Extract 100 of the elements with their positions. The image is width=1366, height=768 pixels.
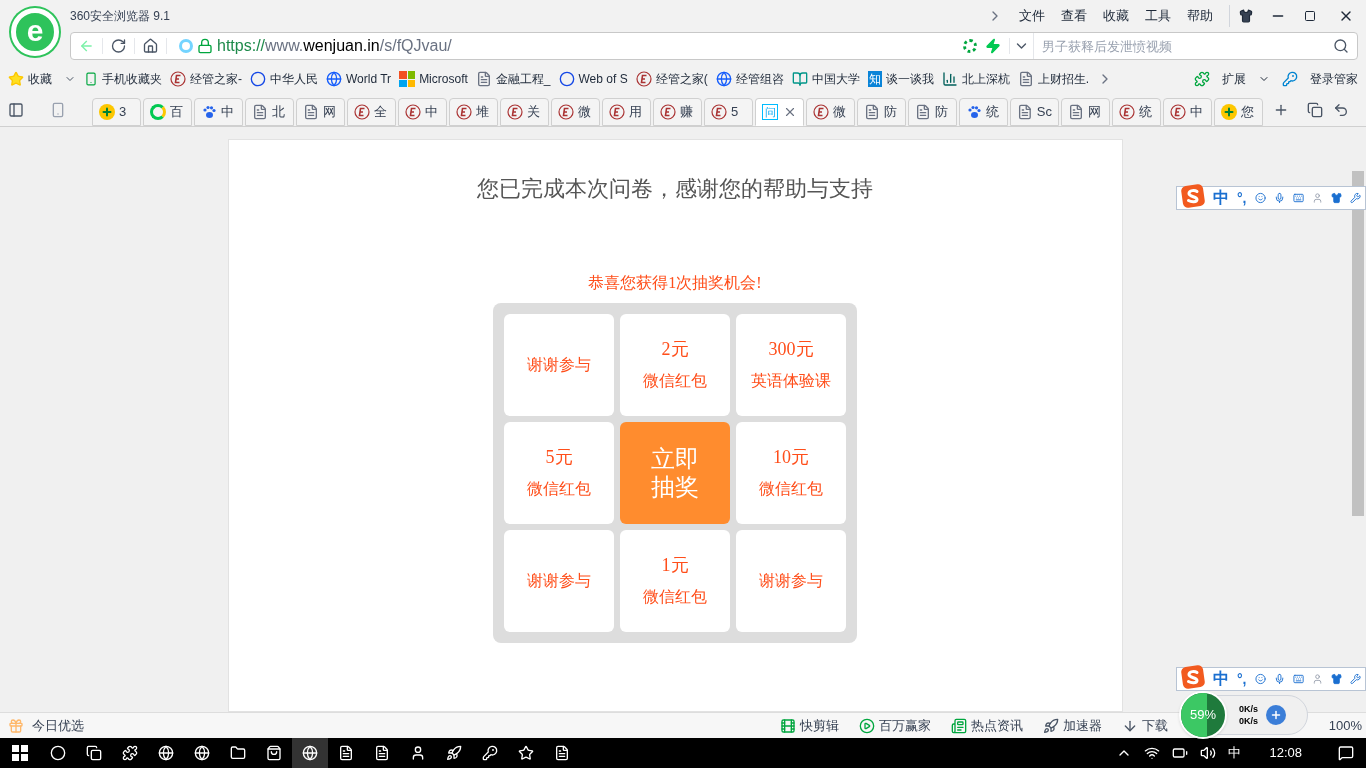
- bookmark-item[interactable]: 经管组咨: [715, 70, 784, 88]
- bookmark-item[interactable]: Web of S: [558, 70, 628, 88]
- browser-tab[interactable]: 关: [500, 98, 549, 126]
- search-field[interactable]: 男子获释后发泄愤视频: [1033, 33, 1333, 59]
- browser-tab[interactable]: 堆: [449, 98, 498, 126]
- punctuation-toggle[interactable]: °,: [1237, 668, 1247, 690]
- menu-item[interactable]: 工具: [1145, 6, 1171, 26]
- browser-tab[interactable]: 网: [296, 98, 345, 126]
- document-icon: [864, 104, 880, 120]
- browser-tab[interactable]: 中: [194, 98, 243, 126]
- wrench-icon[interactable]: [1349, 671, 1361, 687]
- bookmark-item[interactable]: 知 谈一谈我: [867, 70, 934, 88]
- browser-tab[interactable]: 中: [398, 98, 447, 126]
- browser-tab[interactable]: 3: [92, 98, 141, 126]
- bookmark-item[interactable]: 手机收藏夹: [84, 70, 162, 88]
- punctuation-toggle[interactable]: °,: [1237, 187, 1247, 209]
- login-link[interactable]: 登录管家: [1310, 70, 1358, 88]
- bookmark-item[interactable]: 北上深杭: [941, 70, 1010, 88]
- prize-description: 微信红包: [643, 371, 707, 391]
- status-item-link[interactable]: 快剪辑: [800, 715, 839, 736]
- status-item-icon[interactable]: [1043, 717, 1059, 734]
- bookmark-item[interactable]: 上财招生.: [1017, 70, 1089, 88]
- bookmark-item[interactable]: World Tr: [326, 70, 392, 88]
- volume-icon[interactable]: [1200, 745, 1217, 761]
- browser-logo-icon: e: [11, 8, 59, 56]
- status-item-link[interactable]: 加速器: [1063, 715, 1102, 736]
- no-prize-text: 谢谢参与: [759, 571, 823, 591]
- key-icon[interactable]: [1282, 71, 1298, 87]
- search-icon[interactable]: [1333, 38, 1349, 54]
- browser-tab[interactable]: 统: [1112, 98, 1161, 126]
- browser-tab[interactable]: 防: [857, 98, 906, 126]
- prize-description: 英语体验课: [751, 371, 831, 391]
- bookmark-label: 经管组咨: [735, 71, 784, 88]
- bookmark-item[interactable]: 经管之家-: [170, 70, 242, 88]
- browser-tab[interactable]: 防: [908, 98, 957, 126]
- shirt-icon[interactable]: [1330, 671, 1342, 687]
- extensions-icon[interactable]: [1194, 71, 1210, 87]
- clock[interactable]: 12:08: [1269, 743, 1302, 763]
- address-bar[interactable]: https://www.wenjuan.in/s/fQJvau/ 男子获释后发泄愤视频: [70, 32, 1358, 60]
- sidebar-toggle-icon[interactable]: [8, 102, 24, 118]
- status-item-icon[interactable]: [859, 717, 875, 734]
- prize-amount: 5元: [545, 447, 573, 467]
- wifi-icon[interactable]: [1144, 745, 1161, 761]
- bookmark-item[interactable]: 金融工程_: [475, 70, 551, 88]
- taskbar-app-icon[interactable]: [292, 738, 328, 768]
- microphone-icon[interactable]: [1273, 190, 1285, 206]
- status-item-link[interactable]: 百万赢家: [879, 715, 931, 736]
- browser-tab[interactable]: 北: [245, 98, 294, 126]
- input-mode-toggle[interactable]: 中: [1213, 186, 1229, 210]
- e-logo-icon: [170, 71, 186, 87]
- tab-title: 关: [527, 103, 540, 122]
- emoji-icon[interactable]: [1254, 671, 1266, 687]
- menu-item[interactable]: 查看: [1061, 6, 1087, 26]
- e-logo-icon: [405, 104, 421, 120]
- bookmark-item[interactable]: Microsoft: [399, 70, 468, 88]
- extensions-link[interactable]: 扩展: [1222, 70, 1246, 88]
- browser-tab[interactable]: 中: [1163, 98, 1212, 126]
- browser-tab[interactable]: 百: [143, 98, 192, 126]
- bookmark-item[interactable]: 中华人民: [250, 70, 318, 88]
- browser-tab[interactable]: 网: [1061, 98, 1110, 126]
- new-tab-icon[interactable]: [1273, 102, 1289, 118]
- browser-tab[interactable]: 赚: [653, 98, 702, 126]
- browser-tab[interactable]: 全: [347, 98, 396, 126]
- browser-tab[interactable]: 用: [602, 98, 651, 126]
- browser-tab[interactable]: 微: [806, 98, 855, 126]
- menu-item[interactable]: 帮助: [1187, 6, 1213, 26]
- book-icon: [791, 71, 808, 87]
- menu-item[interactable]: 收藏: [1103, 6, 1129, 26]
- browser-tab[interactable]: Sc: [1010, 98, 1059, 126]
- bookmark-label: 上财招生.: [1037, 71, 1089, 88]
- browser-tab[interactable]: 统: [959, 98, 1008, 126]
- daily-picks-link[interactable]: 今日优选: [32, 715, 84, 736]
- shirt-icon[interactable]: [1330, 190, 1342, 206]
- battery-icon[interactable]: [1172, 745, 1189, 761]
- zoom-level[interactable]: 100%: [1328, 715, 1362, 736]
- tabs-list-icon[interactable]: [1307, 102, 1323, 118]
- status-item-link[interactable]: 热点资讯: [971, 715, 1023, 736]
- wrench-icon[interactable]: [1349, 190, 1361, 206]
- status-item-icon[interactable]: [951, 717, 967, 734]
- undo-icon[interactable]: [1333, 102, 1349, 118]
- menu-item[interactable]: 文件: [1019, 6, 1045, 26]
- browser-tab[interactable]: 您: [1214, 98, 1263, 126]
- status-item-link[interactable]: 下载: [1142, 715, 1168, 736]
- prize-amount: 300元: [768, 339, 814, 359]
- input-mode-toggle[interactable]: 中: [1213, 667, 1229, 691]
- bookmark-label: 手机收藏夹: [102, 71, 162, 88]
- tab-title: 防: [884, 103, 897, 122]
- browser-tab[interactable]: 微: [551, 98, 600, 126]
- status-item-icon[interactable]: [780, 717, 796, 734]
- input-language[interactable]: 中: [1228, 743, 1242, 763]
- notification-icon[interactable]: [1338, 745, 1354, 761]
- microphone-icon[interactable]: [1273, 671, 1285, 687]
- browser-tab[interactable]: 5: [704, 98, 753, 126]
- bookmark-item[interactable]: 经管之家(: [635, 70, 708, 88]
- bookmark-item[interactable]: 中国大学: [791, 70, 860, 88]
- bookmark-item[interactable]: 收藏: [8, 70, 76, 88]
- emoji-icon[interactable]: [1254, 190, 1266, 206]
- tab-title: 微: [833, 103, 846, 122]
- plus-icon[interactable]: [1266, 705, 1286, 725]
- bookmark-label: Web of S: [578, 71, 628, 88]
